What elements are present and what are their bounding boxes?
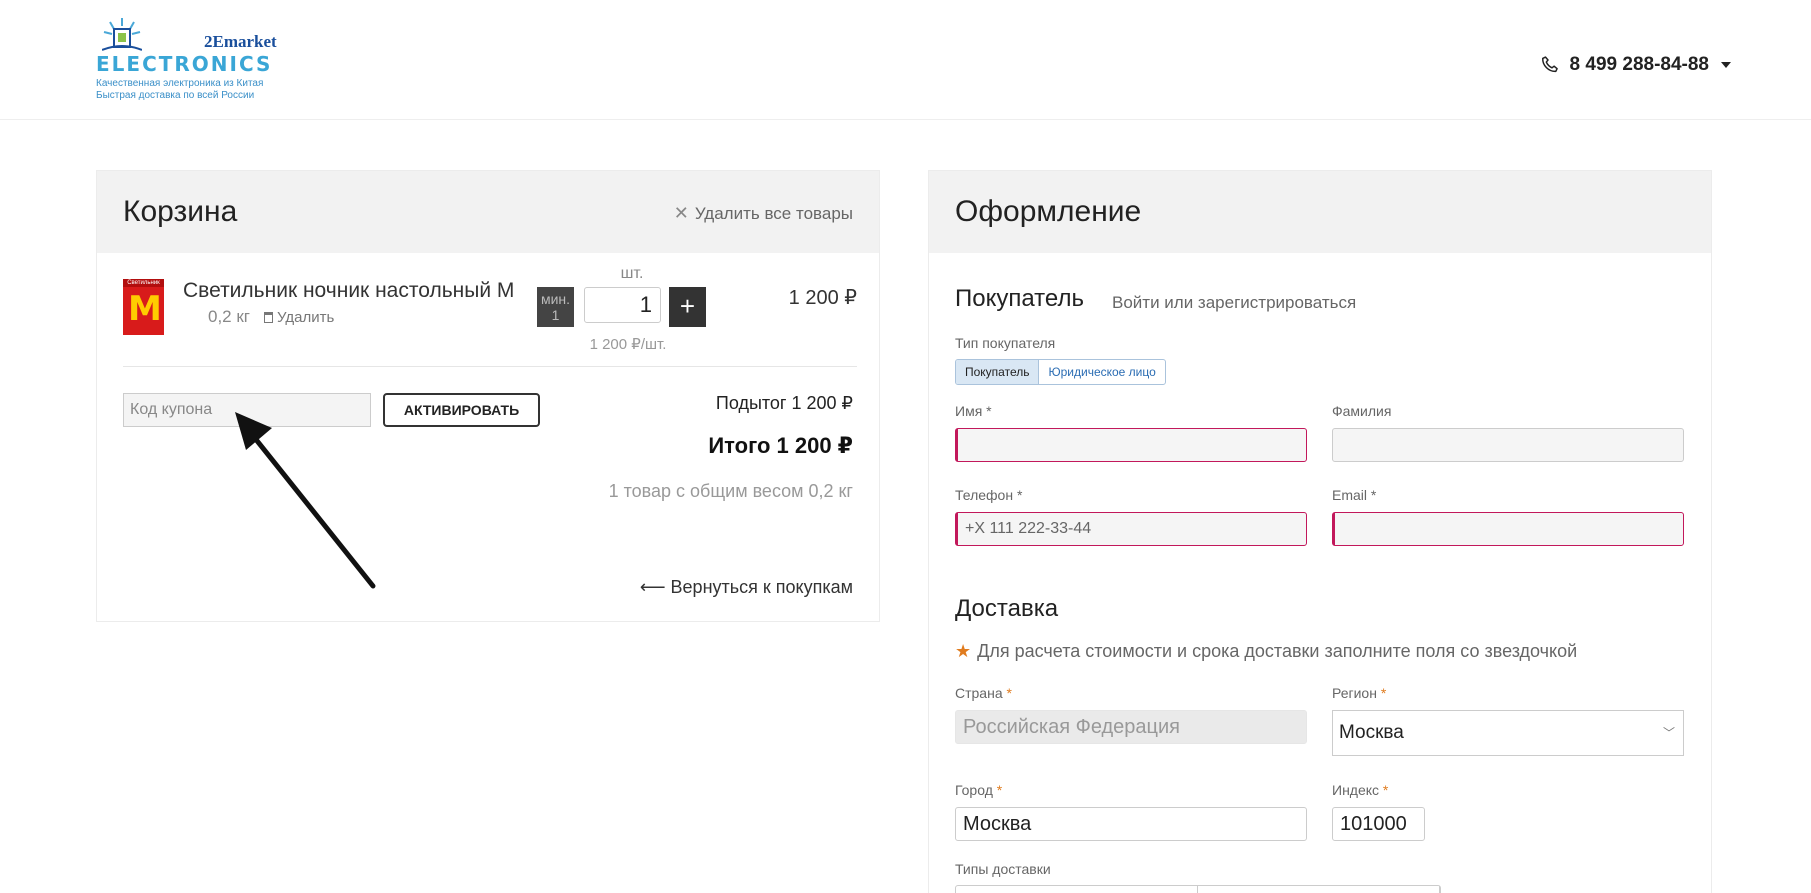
cart-item: Светильник M Светильник ночник настольны… [123,265,857,367]
required-mark: * [1380,685,1387,701]
product-logo-icon: M [128,289,162,329]
cart-header: Корзина ✕ Удалить все товары [97,171,879,253]
buyer-type-switch: Покупатель Юридическое лицо [955,359,1166,385]
phone-label: Телефон * [955,487,1022,503]
logo-brand-large: ELECTRONICS [96,52,273,76]
phone-number: 8 499 288-84-88 [1569,54,1709,75]
zip-label: Индекс * [1332,782,1388,798]
item-price: 1 200 ₽ [788,287,857,309]
product-weight: 0,2 кг [208,307,250,326]
remove-item-label: Удалить [277,308,335,326]
annotation-arrow-icon [235,412,376,589]
region-label: Регион * [1332,685,1386,701]
sun-logo-icon [102,18,142,51]
checkout-header: Оформление [929,171,1711,253]
total: Итого 1 200 ₽ [708,433,853,458]
last-name-field[interactable] [1332,428,1684,462]
product-thumbnail[interactable]: Светильник M [123,279,164,335]
delivery-note-text: Для расчета стоимости и срока доставки з… [977,641,1578,661]
country-label-text: Страна [955,685,1003,701]
delivery-types-tabs[interactable] [955,885,1441,893]
required-mark: * [1016,487,1023,503]
checkout-title: Оформление [955,195,1142,228]
required-mark: * [1382,782,1389,798]
trash-icon [264,311,273,323]
region-select[interactable]: Москва ﹀ [1332,710,1684,756]
activate-coupon-button[interactable]: АКТИВИРОВАТЬ [383,393,540,427]
cart-summary: 1 товар с общим весом 0,2 кг [608,481,853,501]
first-name-label-text: Имя [955,403,983,419]
delivery-section-title: Доставка [955,595,1059,622]
product-name[interactable]: Светильник ночник настольный М [183,277,533,305]
buyer-type-label: Тип покупателя [955,335,1056,351]
site-logo[interactable]: 2Emarket ELECTRONICS Качественная электр… [96,14,286,102]
thumbnail-label: Светильник [123,279,164,287]
first-name-label: Имя * [955,403,992,419]
email-field[interactable] [1332,512,1684,546]
quantity-min-badge: мин. 1 [537,287,574,327]
required-mark: * [1370,487,1377,503]
buyer-section-title: Покупатель [955,285,1084,312]
first-name-field[interactable] [955,428,1307,462]
quantity-unit: шт. [620,265,644,282]
phone-icon [1541,56,1558,73]
required-mark: * [986,403,992,419]
product-meta: 0,2 кг Удалить [208,307,334,327]
back-to-shopping-link[interactable]: ⟵ Вернуться к покупкам [640,577,853,598]
cart-title: Корзина [123,195,238,228]
unit-price: 1 200 ₽/шт. [589,336,667,353]
buyer-type-company[interactable]: Юридическое лицо [1039,360,1164,384]
required-mark: * [1006,685,1012,701]
logo-tagline-2: Быстрая доставка по всей России [96,90,255,101]
phone-field[interactable] [955,512,1307,546]
cart-panel: Корзина ✕ Удалить все товары Светильник … [96,170,880,622]
delivery-note: ★ Для расчета стоимости и срока доставки … [955,641,1577,662]
delete-all-button[interactable]: ✕ Удалить все товары [674,203,853,224]
logo-tagline-1: Качественная электроника из Китая [96,78,264,89]
close-icon: ✕ [673,203,689,223]
login-register-link[interactable]: Войти или зарегистрироваться [1112,293,1356,313]
remove-item-button[interactable]: Удалить [264,309,334,326]
city-field[interactable] [955,807,1307,841]
email-label: Email * [1332,487,1376,503]
buyer-type-individual[interactable]: Покупатель [956,360,1040,384]
last-name-label: Фамилия [1332,403,1392,419]
checkout-panel: Оформление Покупатель Войти или зарегист… [928,170,1712,893]
logo-brand-small: 2Emarket [204,32,277,51]
zip-label-text: Индекс [1332,782,1380,798]
required-mark: * [996,782,1003,798]
caret-down-icon [1721,62,1731,68]
region-label-text: Регион [1332,685,1377,701]
delete-all-label: Удалить все товары [694,203,853,223]
quantity-input[interactable] [584,287,661,323]
quantity-min-label: мин. [540,291,571,307]
subtotal: Подытог 1 200 ₽ [715,393,853,413]
quantity-increase-button[interactable]: + [669,287,706,327]
delivery-type-tab[interactable] [956,886,1198,893]
phone-label-text: Телефон [955,487,1014,503]
delivery-type-tab[interactable] [1198,886,1440,893]
phone-dropdown[interactable]: 8 499 288-84-88 [1540,54,1731,76]
zip-field[interactable] [1332,807,1425,841]
region-value: Москва [1339,722,1404,743]
country-field [955,710,1307,744]
email-label-text: Email [1332,487,1368,503]
chevron-down-icon: ﹀ [1662,726,1675,740]
delivery-types-label: Типы доставки [955,861,1051,877]
site-header: 2Emarket ELECTRONICS Качественная электр… [0,0,1811,120]
quantity-min-value: 1 [551,307,560,323]
country-label: Страна * [955,685,1012,701]
city-label-text: Город [955,782,993,798]
city-label: Город * [955,782,1002,798]
star-icon: ★ [955,641,972,661]
